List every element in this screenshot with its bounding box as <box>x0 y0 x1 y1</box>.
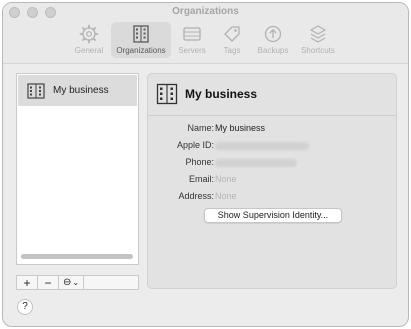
building-icon <box>133 25 149 43</box>
toolbar: General Organizations Servers Tags Backu… <box>3 22 408 60</box>
field-apple-id: Apple ID: <box>148 140 396 154</box>
list-controls: + − ⊖ ⌄ <box>16 275 139 290</box>
field-phone: Phone: <box>148 157 396 171</box>
list-item-my-business[interactable]: My business <box>18 75 137 106</box>
detail-header: My business <box>148 74 396 116</box>
remove-button[interactable]: − <box>38 276 59 290</box>
field-label: Email: <box>188 174 214 184</box>
gear-icon <box>79 24 99 44</box>
chevron-down-icon: ⌄ <box>72 278 80 287</box>
settings-window: Organizations General Organizations Serv… <box>2 2 409 327</box>
tab-backups[interactable]: Backups <box>255 22 291 58</box>
redacted-value <box>215 159 297 167</box>
tab-general-label: General <box>74 46 104 55</box>
window-title: Organizations <box>172 6 239 17</box>
tab-servers-label: Servers <box>178 46 206 55</box>
field-label: Phone: <box>185 157 214 167</box>
title-bar: Organizations General Organizations Serv… <box>3 3 408 64</box>
tab-general[interactable]: General <box>73 22 105 58</box>
organization-list[interactable]: My business <box>16 73 139 265</box>
field-email: Email: None <box>148 174 396 188</box>
server-icon <box>183 27 201 41</box>
field-label: Apple ID: <box>176 140 214 150</box>
field-value: None <box>215 191 237 201</box>
field-label: Name: <box>187 123 214 133</box>
field-label: Address: <box>178 191 214 201</box>
tab-shortcuts-label: Shortcuts <box>301 46 335 55</box>
tab-backups-label: Backups <box>257 46 289 55</box>
building-icon <box>27 82 45 99</box>
building-icon <box>156 83 178 105</box>
organization-detail: My business Name: My business Apple ID: … <box>147 73 397 289</box>
backup-icon <box>264 25 282 43</box>
shortcuts-icon <box>310 25 326 43</box>
help-button[interactable]: ? <box>17 299 33 315</box>
field-address: Address: None <box>148 191 396 205</box>
field-value: My business <box>215 123 266 133</box>
list-item-label: My business <box>53 85 109 96</box>
tag-icon <box>224 26 240 42</box>
tab-organizations-label: Organizations <box>116 46 166 55</box>
tab-servers[interactable]: Servers <box>176 22 208 58</box>
tab-organizations[interactable]: Organizations <box>111 22 171 58</box>
add-button[interactable]: + <box>17 276 38 290</box>
field-name: Name: My business <box>148 123 396 137</box>
redacted-value <box>215 142 309 150</box>
field-value: None <box>215 174 237 184</box>
more-icon: ⊖ <box>62 277 72 288</box>
horizontal-scrollbar[interactable] <box>21 254 133 259</box>
tab-tags-label: Tags <box>223 46 241 55</box>
tab-tags[interactable]: Tags <box>218 22 246 58</box>
detail-title: My business <box>185 87 258 101</box>
show-supervision-identity-button[interactable]: Show Supervision Identity... <box>204 208 342 223</box>
more-options-button[interactable]: ⊖ ⌄ <box>59 276 84 289</box>
tab-shortcuts[interactable]: Shortcuts <box>298 22 338 58</box>
